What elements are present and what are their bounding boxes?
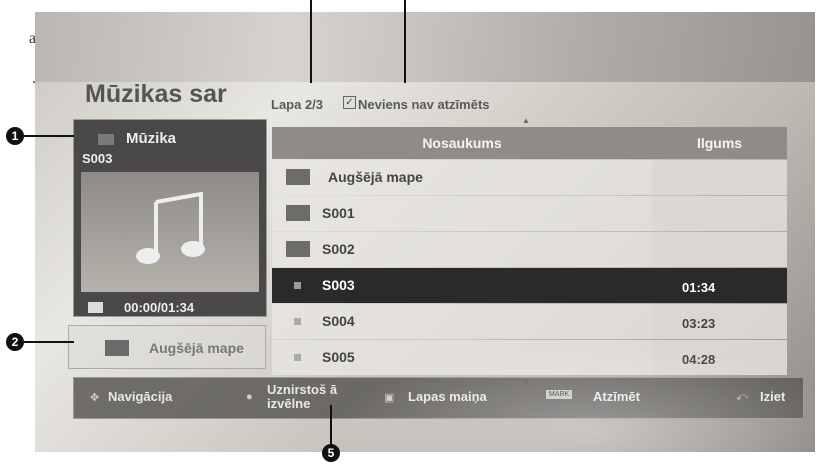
row-duration: 03:23 <box>682 316 716 331</box>
tv-screen: Mūzikas sar Lapa 2/3 ✓ Neviens nav atzīm… <box>35 12 815 452</box>
album-art <box>81 172 259 292</box>
list-row-selected[interactable]: S003 01:34 <box>272 268 787 303</box>
page-switch-icon: ▣ <box>384 392 395 404</box>
row-duration: 04:28 <box>682 352 716 367</box>
back-icon: ⤺ <box>736 391 748 403</box>
list-row-file[interactable]: S004 03:23 <box>272 304 787 339</box>
list-row-up-folder[interactable]: Augšējā mape <box>272 160 787 195</box>
scroll-up-icon[interactable]: ▲ <box>522 116 530 125</box>
preview-panel: Mūzika S003 00:00/01:34 <box>73 119 267 317</box>
mark-status: Neviens nav atzīmēts <box>358 97 490 112</box>
row-name: S001 <box>322 205 355 221</box>
column-name-header: Nosaukums <box>422 135 502 151</box>
row-duration: 01:34 <box>682 280 716 295</box>
music-file-icon <box>294 354 301 361</box>
page-title: Mūzikas sar <box>85 80 227 108</box>
music-icon <box>98 134 114 145</box>
nav-arrows-icon: ✥ <box>90 392 100 404</box>
checkbox-icon: ✓ <box>343 96 356 109</box>
hint-page-change: Lapas maiņa <box>408 389 487 404</box>
row-name: S005 <box>322 349 355 365</box>
hint-popup-line1: Uznirstoš ā <box>267 382 338 397</box>
list-header: Nosaukums Ilgums <box>272 127 787 159</box>
file-list: Nosaukums Ilgums Augšējā mape S001 S002 … <box>272 127 787 376</box>
playback-time: 00:00/01:34 <box>124 300 195 315</box>
bottom-help-bar: ✥ Navigācija ● Uznirstoš ā izvēlne ▣ Lap… <box>73 377 804 419</box>
list-row-folder[interactable]: S001 <box>272 196 787 231</box>
folder-icon <box>286 241 310 257</box>
scroll-down-icon[interactable]: ▼ <box>522 378 530 387</box>
callout-1: 1 <box>6 127 24 145</box>
row-name: S003 <box>322 277 355 293</box>
mark-button-badge: MARK <box>546 390 573 399</box>
up-folder-label: Augšējā mape <box>149 340 244 356</box>
page-indicator: Lapa 2/3 <box>271 97 324 112</box>
popup-icon: ● <box>246 391 253 403</box>
stop-icon[interactable] <box>88 302 103 313</box>
preview-label: Mūzika <box>126 130 177 147</box>
preview-track-name: S003 <box>82 151 113 166</box>
hint-mark: Atzīmēt <box>593 389 640 404</box>
hint-navigation: Navigācija <box>108 389 173 404</box>
list-row-folder[interactable]: S002 <box>272 232 787 267</box>
hint-popup-line2: izvēlne <box>267 396 311 411</box>
callout-5: 5 <box>322 444 340 462</box>
music-file-icon <box>294 282 301 289</box>
folder-up-icon <box>286 169 310 185</box>
column-duration-header: Ilgums <box>696 135 743 151</box>
up-folder-button[interactable]: Augšējā mape <box>68 325 266 369</box>
folder-up-icon <box>105 340 129 356</box>
list-row-file[interactable]: S005 04:28 <box>272 340 787 375</box>
row-name: Augšējā mape <box>328 169 423 185</box>
row-name: S004 <box>322 313 355 329</box>
row-name: S002 <box>322 241 355 257</box>
music-note-icon <box>136 192 205 264</box>
music-file-icon <box>294 318 301 325</box>
hint-exit: Iziet <box>760 389 786 404</box>
folder-icon <box>286 205 310 221</box>
callout-2: 2 <box>6 333 24 351</box>
